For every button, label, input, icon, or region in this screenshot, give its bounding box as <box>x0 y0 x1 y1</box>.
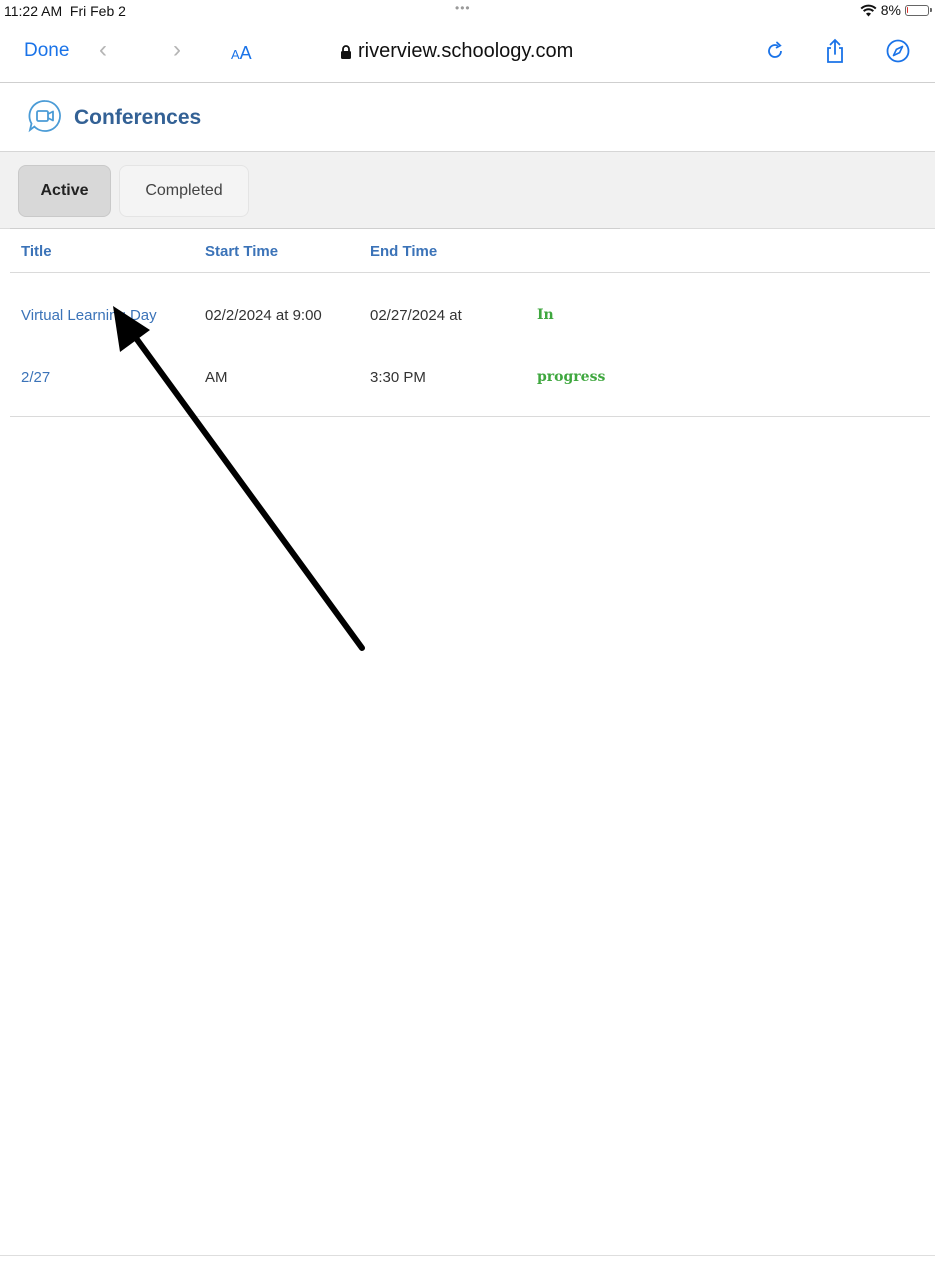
bottom-divider <box>0 1255 935 1256</box>
annotation-arrow-icon <box>113 306 365 651</box>
